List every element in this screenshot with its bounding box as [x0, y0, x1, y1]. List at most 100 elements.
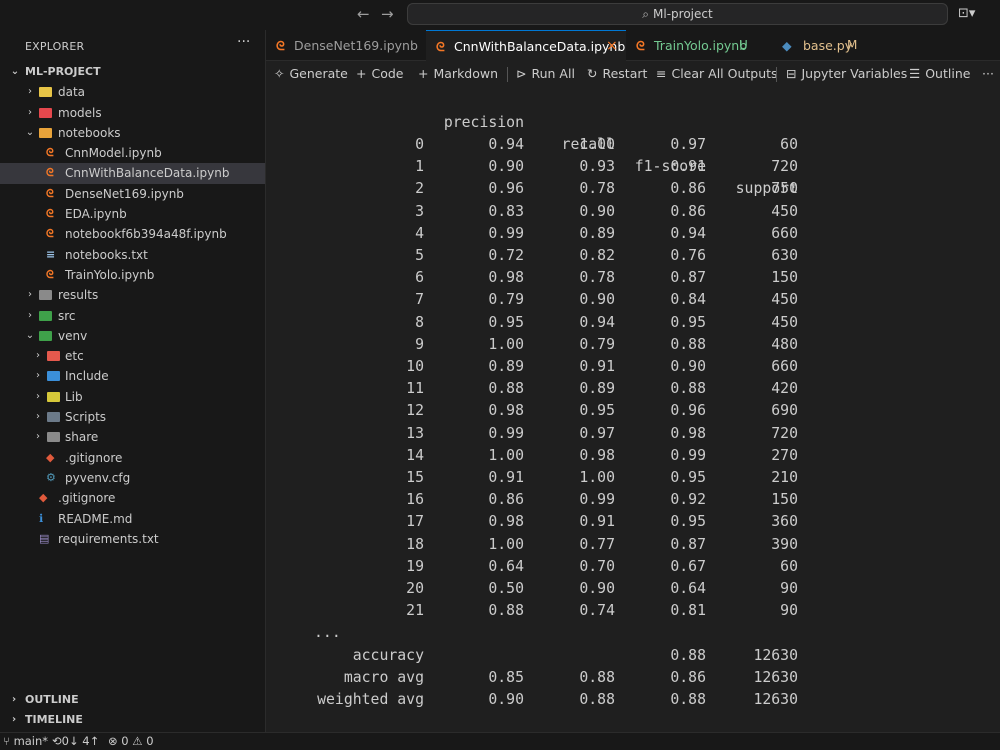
report-cell: 0.86	[488, 491, 524, 509]
file-item[interactable]: ᘓ notebookf6b394a48f.ipynb	[0, 224, 265, 244]
report-cell: 0.93	[579, 158, 615, 176]
command-center-search[interactable]: ⌕ Ml-project	[407, 3, 948, 25]
item-label: pyvenv.cfg	[65, 470, 131, 485]
item-label: Scripts	[65, 410, 107, 425]
branch-indicator[interactable]: ⑂ main*	[3, 733, 48, 750]
tab-densenet169[interactable]: ᘓ DenseNet169.ipynb	[266, 30, 426, 61]
report-cell: 4	[415, 224, 424, 242]
folder-item[interactable]: ⌄ notebooks	[0, 123, 265, 143]
folder-item[interactable]: › Scripts	[0, 407, 265, 427]
git-icon: ◆	[46, 450, 55, 464]
sync-indicator[interactable]: ⟲0↓ 4↑	[52, 733, 99, 750]
run-all-button[interactable]: ⊳ Run All	[516, 66, 575, 81]
item-label: .gitignore	[65, 450, 123, 465]
report-cell: 19	[406, 557, 424, 575]
report-cell: 450	[771, 313, 798, 331]
report-cell: 0.88	[670, 335, 706, 353]
report-cell: 12630	[753, 669, 798, 687]
file-item[interactable]: ᘓ CnnModel.ipynb	[0, 143, 265, 163]
report-cell: 0.95	[488, 313, 524, 331]
file-item[interactable]: ◆ .gitignore	[0, 488, 265, 508]
report-cell: 0.95	[670, 313, 706, 331]
add-code-button[interactable]: + Code	[356, 66, 404, 81]
file-item[interactable]: ᘓ TrainYolo.ipynb	[0, 265, 265, 285]
python-icon: ◆	[782, 38, 792, 53]
file-item[interactable]: ≡ notebooks.txt	[0, 245, 265, 265]
file-item[interactable]: ᘓ EDA.ipynb	[0, 204, 265, 224]
tab-base-py[interactable]: ◆ base.py M	[766, 30, 876, 61]
report-cell: 720	[771, 424, 798, 442]
report-cell: 390	[771, 535, 798, 553]
report-row: 6 0.98 0.78 0.87 150	[266, 267, 1000, 289]
git-icon: ◆	[39, 491, 48, 505]
folder-item[interactable]: ⌄ venv	[0, 326, 265, 346]
chevron-right-icon: ›	[12, 714, 17, 725]
report-cell: 0.94	[670, 224, 706, 242]
report-cell: 0.90	[488, 158, 524, 176]
notebook-icon: ᘓ	[46, 227, 54, 241]
timeline-section[interactable]: › TIMELINE	[0, 710, 265, 730]
arrow-right-icon[interactable]: →	[381, 6, 394, 22]
file-item[interactable]: ▤ requirements.txt	[0, 529, 265, 549]
item-label: venv	[58, 328, 88, 343]
plus-icon: +	[418, 66, 429, 81]
folder-item[interactable]: › src	[0, 306, 265, 326]
chevron-right-icon: ›	[36, 370, 40, 382]
folder-item[interactable]: › models	[0, 103, 265, 123]
report-row: 15 0.91 1.00 0.95 210	[266, 467, 1000, 489]
plus-icon: +	[356, 66, 367, 81]
report-cell: 0.86	[670, 202, 706, 220]
copilot-icon[interactable]: ⊡▾	[958, 6, 975, 21]
report-cell: 0.88	[579, 691, 615, 709]
header-precision: precision	[443, 114, 524, 131]
arrow-left-icon[interactable]: ←	[357, 6, 370, 22]
clear-outputs-button[interactable]: ≡ Clear All Outputs	[656, 66, 778, 81]
report-row: 16 0.86 0.99 0.92 150	[266, 489, 1000, 511]
file-item[interactable]: ᘓ CnnWithBalanceData.ipynb	[0, 163, 265, 184]
more-icon[interactable]: ···	[982, 66, 994, 81]
modified-badge: M	[847, 38, 858, 52]
report-cell: 1.00	[579, 469, 615, 486]
folder-item[interactable]: › data	[0, 82, 265, 102]
item-label: results	[58, 288, 99, 303]
report-cell: 10	[406, 358, 424, 375]
report-cell: 1	[415, 158, 424, 176]
close-icon[interactable]: ×	[606, 31, 618, 62]
folder-icon	[47, 432, 60, 443]
generate-button[interactable]: ✧ Generate	[274, 66, 348, 81]
report-header: precision recall f1-score support	[266, 90, 1000, 197]
folder-item[interactable]: › results	[0, 285, 265, 305]
report-row: 7 0.79 0.90 0.84 450	[266, 289, 1000, 311]
folder-item[interactable]: › share	[0, 427, 265, 447]
chevron-right-icon: ›	[28, 289, 32, 301]
project-root[interactable]: ⌄ ML-PROJECT	[0, 62, 265, 82]
jupyter-variables-button[interactable]: ⊟ Jupyter Variables	[786, 66, 907, 81]
outline-section[interactable]: › OUTLINE	[0, 690, 265, 710]
folder-item[interactable]: › Lib	[0, 387, 265, 407]
more-actions-icon[interactable]: ···	[237, 34, 250, 50]
tab-trainyolo[interactable]: ᘓ TrainYolo.ipynb U	[626, 30, 766, 61]
add-markdown-button[interactable]: + Markdown	[418, 66, 498, 81]
report-cell: 0.97	[670, 136, 706, 153]
file-item[interactable]: ᘓ DenseNet169.ipynb	[0, 184, 265, 204]
report-cell: 0.87	[670, 269, 706, 287]
report-cell: 480	[771, 335, 798, 353]
item-label: data	[58, 85, 86, 100]
folder-item[interactable]: › Include	[0, 366, 265, 386]
restart-icon: ↻	[587, 66, 598, 81]
info-icon: ℹ	[39, 511, 44, 525]
report-cell: 0.98	[670, 424, 706, 442]
restart-button[interactable]: ↻ Restart	[587, 66, 647, 81]
folder-item[interactable]: › etc	[0, 346, 265, 366]
notebook-icon: ᘓ	[46, 267, 54, 281]
problems-indicator[interactable]: ⊗ 0 ⚠ 0	[108, 733, 154, 750]
outline-button[interactable]: ☰ Outline	[909, 66, 970, 81]
report-cell: 18	[406, 535, 424, 553]
file-item[interactable]: ⚙ pyvenv.cfg	[0, 468, 265, 488]
file-item[interactable]: ℹ README.md	[0, 509, 265, 529]
tab-cnnwithbalancedata[interactable]: ᘓ CnnWithBalanceData.ipynb ×	[426, 30, 626, 61]
report-cell: 0.76	[670, 247, 706, 264]
report-cell: 0.90	[579, 202, 615, 220]
file-item[interactable]: ◆ .gitignore	[0, 448, 265, 468]
report-cell: 0.99	[579, 491, 615, 509]
